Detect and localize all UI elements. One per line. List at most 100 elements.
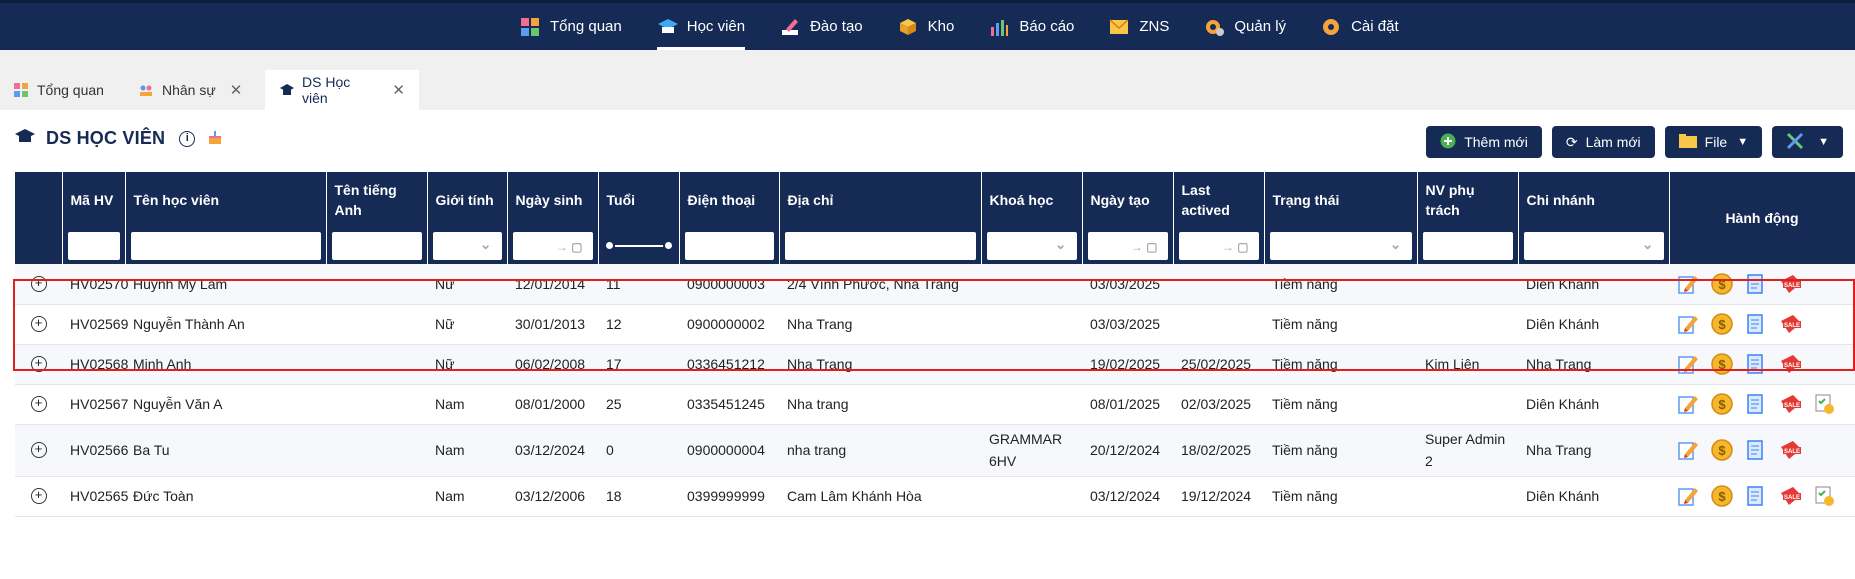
column-header-staff[interactable]: NV phụ trách bbox=[1417, 172, 1519, 228]
cell-dob: 03/12/2006 bbox=[507, 476, 598, 517]
column-header-code[interactable]: Mã HV bbox=[62, 172, 126, 228]
info-icon[interactable]: i bbox=[179, 130, 196, 147]
expand-plus-icon[interactable]: + bbox=[30, 356, 47, 372]
filter-last-active-range[interactable] bbox=[1178, 232, 1259, 260]
payment-coin-icon[interactable]: $ bbox=[1711, 273, 1733, 295]
cake-icon[interactable] bbox=[207, 129, 223, 148]
filter-gender-select[interactable] bbox=[432, 232, 502, 260]
table-row[interactable]: + HV02567 Nguyễn Văn A Nam 08/01/2000 25… bbox=[15, 384, 1855, 425]
tools-button[interactable]: ▼ bbox=[1772, 126, 1843, 158]
payment-coin-icon[interactable]: $ bbox=[1711, 313, 1733, 335]
expand-plus-icon[interactable]: + bbox=[30, 442, 47, 458]
approve-checklist-icon[interactable] bbox=[1813, 485, 1835, 507]
slider-max-handle[interactable] bbox=[662, 240, 674, 251]
nav-settings[interactable]: Cài đặt bbox=[1321, 3, 1399, 50]
slider-min-handle[interactable] bbox=[603, 240, 615, 251]
table-body: + HV02570 Huỳnh Mỹ Lam Nữ 12/01/2014 11 … bbox=[15, 264, 1855, 517]
filter-code-input[interactable] bbox=[67, 232, 120, 260]
expand-plus-icon[interactable]: + bbox=[30, 275, 47, 292]
filter-english-name-input[interactable] bbox=[331, 232, 422, 260]
filter-status-select[interactable] bbox=[1269, 232, 1412, 260]
column-header-name[interactable]: Tên học viên bbox=[125, 172, 327, 228]
add-new-button[interactable]: Thêm mới bbox=[1426, 126, 1542, 158]
column-header-phone[interactable]: Điện thoại bbox=[679, 172, 780, 228]
column-header-last-active[interactable]: Last actived bbox=[1173, 172, 1265, 228]
edit-icon[interactable] bbox=[1677, 273, 1699, 295]
filter-address-input[interactable] bbox=[784, 232, 976, 260]
tab-dashboard[interactable]: Tổng quan bbox=[0, 70, 118, 110]
file-button[interactable]: File ▼ bbox=[1664, 126, 1763, 158]
nav-training[interactable]: Đào tạo bbox=[780, 3, 863, 50]
column-header-english-name[interactable]: Tên tiếng Anh bbox=[326, 172, 428, 228]
nav-label: Quản lý bbox=[1234, 18, 1287, 35]
nav-reports[interactable]: Báo cáo bbox=[989, 3, 1074, 50]
column-header-gender[interactable]: Giới tính bbox=[427, 172, 508, 228]
document-icon[interactable] bbox=[1745, 439, 1767, 461]
cell-gender: Nam bbox=[427, 476, 507, 517]
filter-name-input[interactable] bbox=[130, 232, 321, 260]
filter-branch-select[interactable] bbox=[1523, 232, 1664, 260]
column-header-created[interactable]: Ngày tạo bbox=[1082, 172, 1174, 228]
payment-coin-icon[interactable]: $ bbox=[1711, 393, 1733, 415]
filter-cell bbox=[62, 228, 126, 264]
sale-tag-icon[interactable]: SALE bbox=[1779, 353, 1801, 375]
column-header-course[interactable]: Khoá học bbox=[981, 172, 1083, 228]
add-new-label: Thêm mới bbox=[1464, 134, 1528, 150]
expand-plus-icon[interactable]: + bbox=[30, 488, 47, 504]
document-icon[interactable] bbox=[1745, 485, 1767, 507]
filter-staff-input[interactable] bbox=[1422, 232, 1513, 260]
column-header-branch[interactable]: Chi nhánh bbox=[1518, 172, 1670, 228]
sale-tag-icon[interactable]: SALE bbox=[1779, 485, 1801, 507]
filter-age-slider[interactable] bbox=[603, 232, 674, 260]
table-row[interactable]: + HV02566 Ba Tu Nam 03/12/2024 0 0900000… bbox=[15, 424, 1855, 477]
cell-staff bbox=[1417, 304, 1518, 345]
gear-icon bbox=[1321, 17, 1341, 37]
table-row[interactable]: + HV02570 Huỳnh Mỹ Lam Nữ 12/01/2014 11 … bbox=[15, 264, 1855, 305]
expand-plus-icon[interactable]: + bbox=[30, 316, 47, 332]
tab-staff[interactable]: Nhân sự ✕ bbox=[125, 70, 256, 110]
edit-icon[interactable] bbox=[1677, 313, 1699, 335]
filter-created-range[interactable] bbox=[1087, 232, 1168, 260]
edit-icon[interactable] bbox=[1677, 353, 1699, 375]
document-icon[interactable] bbox=[1745, 313, 1767, 335]
payment-coin-icon[interactable]: $ bbox=[1711, 485, 1733, 507]
nav-management[interactable]: Quản lý bbox=[1204, 3, 1286, 50]
tab-student-list[interactable]: DS Học viên ✕ bbox=[265, 70, 419, 110]
column-header-address[interactable]: Địa chỉ bbox=[779, 172, 982, 228]
nav-students[interactable]: Học viên bbox=[656, 3, 746, 50]
cell-last-active: 25/02/2025 bbox=[1173, 344, 1264, 385]
column-header-dob[interactable]: Ngày sinh bbox=[507, 172, 599, 228]
column-header-status[interactable]: Trạng thái bbox=[1264, 172, 1418, 228]
nav-warehouse[interactable]: Kho bbox=[898, 3, 954, 50]
document-icon[interactable] bbox=[1745, 353, 1767, 375]
sale-tag-icon[interactable]: SALE bbox=[1779, 439, 1801, 461]
cell-actions: $ SALE bbox=[1669, 384, 1855, 425]
filter-course-select[interactable] bbox=[986, 232, 1077, 260]
edit-icon[interactable] bbox=[1677, 439, 1699, 461]
close-icon[interactable]: ✕ bbox=[392, 81, 405, 99]
sale-tag-icon[interactable]: SALE bbox=[1779, 393, 1801, 415]
column-header-age[interactable]: Tuổi bbox=[598, 172, 680, 228]
sale-tag-icon[interactable]: SALE bbox=[1779, 273, 1801, 295]
close-icon[interactable]: ✕ bbox=[230, 81, 243, 99]
refresh-button[interactable]: ⟳ Làm mới bbox=[1551, 126, 1655, 158]
table-row[interactable]: + HV02565 Đức Toàn Nam 03/12/2006 18 039… bbox=[15, 476, 1855, 517]
document-icon[interactable] bbox=[1745, 273, 1767, 295]
table-row[interactable]: + HV02569 Nguyễn Thành An Nữ 30/01/2013 … bbox=[15, 304, 1855, 345]
sale-tag-icon[interactable]: SALE bbox=[1779, 313, 1801, 335]
tab-label: Tổng quan bbox=[37, 82, 104, 98]
edit-icon[interactable] bbox=[1677, 393, 1699, 415]
cell-status: Tiềm năng bbox=[1264, 424, 1417, 477]
cell-course bbox=[981, 264, 1082, 305]
expand-plus-icon[interactable]: + bbox=[30, 396, 47, 412]
payment-coin-icon[interactable]: $ bbox=[1711, 439, 1733, 461]
edit-icon[interactable] bbox=[1677, 485, 1699, 507]
filter-phone-input[interactable] bbox=[684, 232, 774, 260]
nav-zns[interactable]: ZNS bbox=[1109, 3, 1169, 50]
document-icon[interactable] bbox=[1745, 393, 1767, 415]
payment-coin-icon[interactable]: $ bbox=[1711, 353, 1733, 375]
filter-dob-range[interactable] bbox=[512, 232, 593, 260]
table-row[interactable]: + HV02568 Minh Anh Nữ 06/02/2008 17 0336… bbox=[15, 344, 1855, 385]
approve-checklist-icon[interactable] bbox=[1813, 393, 1835, 415]
nav-dashboard[interactable]: Tổng quan bbox=[520, 3, 622, 50]
